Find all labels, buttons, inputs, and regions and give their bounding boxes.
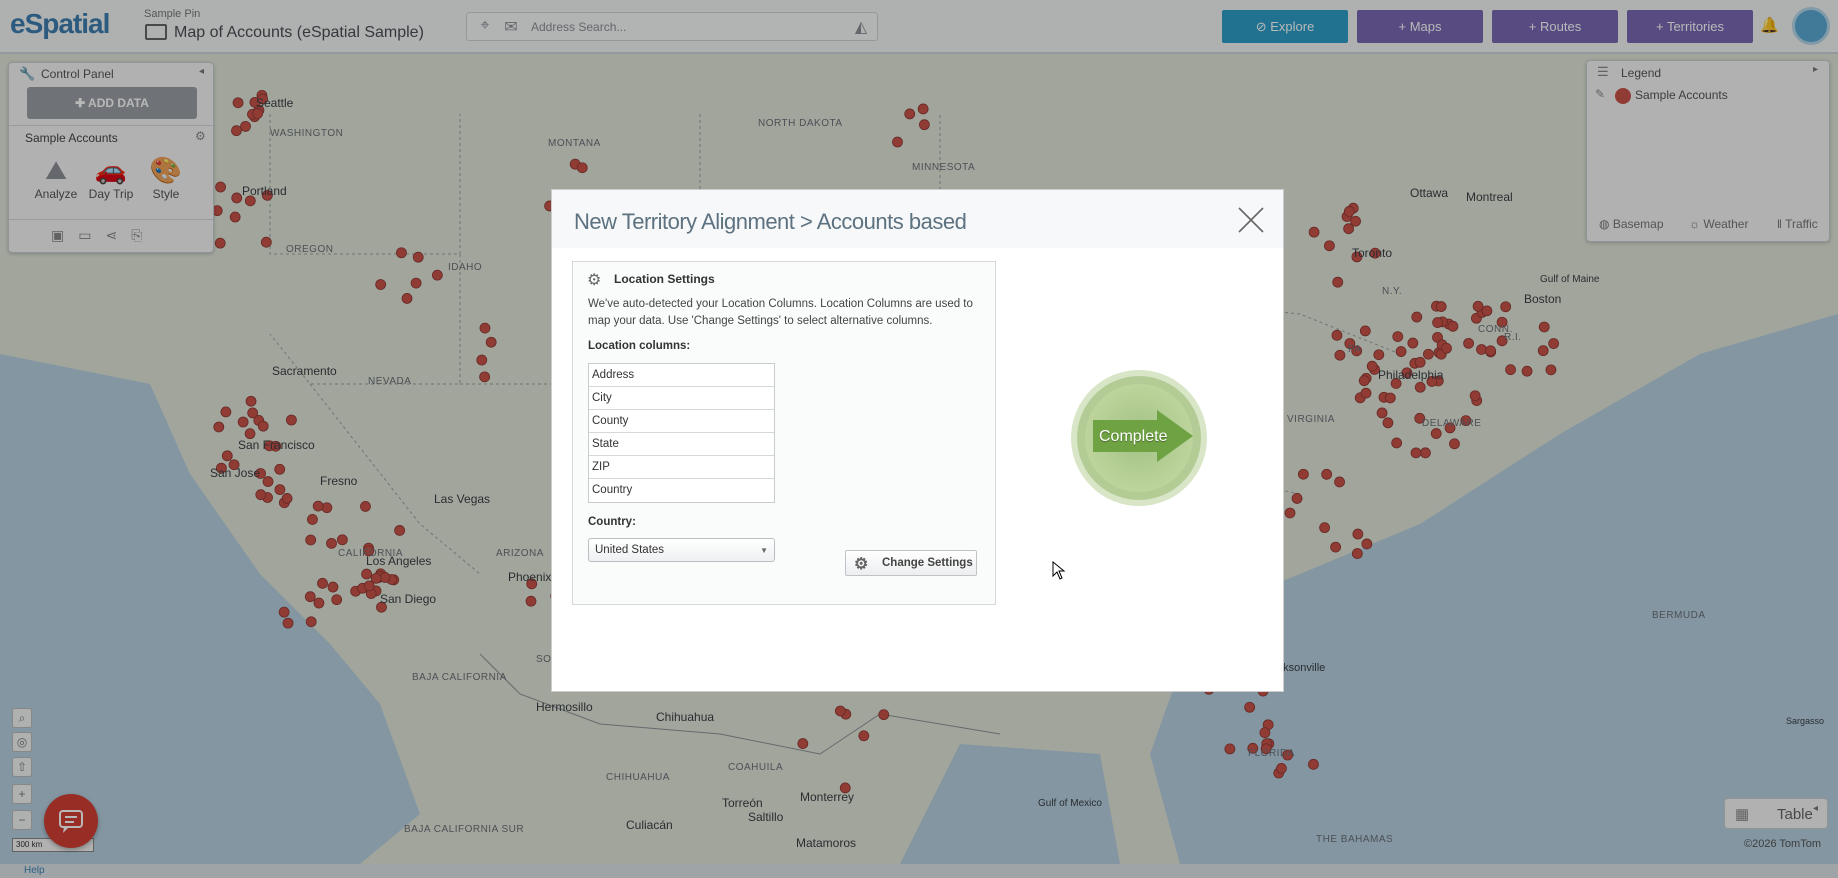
complete-button[interactable]: Complete	[1071, 370, 1207, 506]
chevron-down-icon: ▼	[760, 546, 768, 555]
country-label: Country:	[588, 516, 636, 528]
list-item: ZIP	[589, 456, 774, 479]
location-settings-panel: ⚙ Location Settings We've auto-detected …	[572, 261, 996, 605]
list-item: State	[589, 433, 774, 456]
change-settings-label: Change Settings	[882, 557, 973, 569]
mouse-cursor-icon	[1052, 561, 1066, 580]
list-item: Country	[592, 484, 633, 496]
section-title: Location Settings	[614, 272, 715, 286]
territory-alignment-dialog: New Territory Alignment > Accounts based…	[551, 189, 1284, 692]
dialog-header: New Territory Alignment > Accounts based	[552, 190, 1283, 248]
list-item: City	[589, 387, 774, 410]
dialog-title: New Territory Alignment > Accounts based	[574, 209, 967, 234]
columns-label: Location columns:	[588, 340, 691, 352]
location-columns-list: Address City County State ZIP Country	[588, 363, 775, 503]
country-value: United States	[595, 544, 665, 556]
change-settings-button[interactable]: ⚙ Change Settings	[845, 550, 977, 576]
close-icon[interactable]	[1236, 205, 1266, 235]
list-item: Address	[589, 364, 774, 387]
country-select[interactable]: United States ▼	[588, 538, 775, 562]
complete-label: Complete	[1099, 428, 1168, 445]
section-description: We've auto-detected your Location Column…	[588, 298, 973, 327]
gears-icon: ⚙	[587, 272, 602, 289]
gears-icon: ⚙	[854, 556, 869, 573]
list-item: County	[589, 410, 774, 433]
